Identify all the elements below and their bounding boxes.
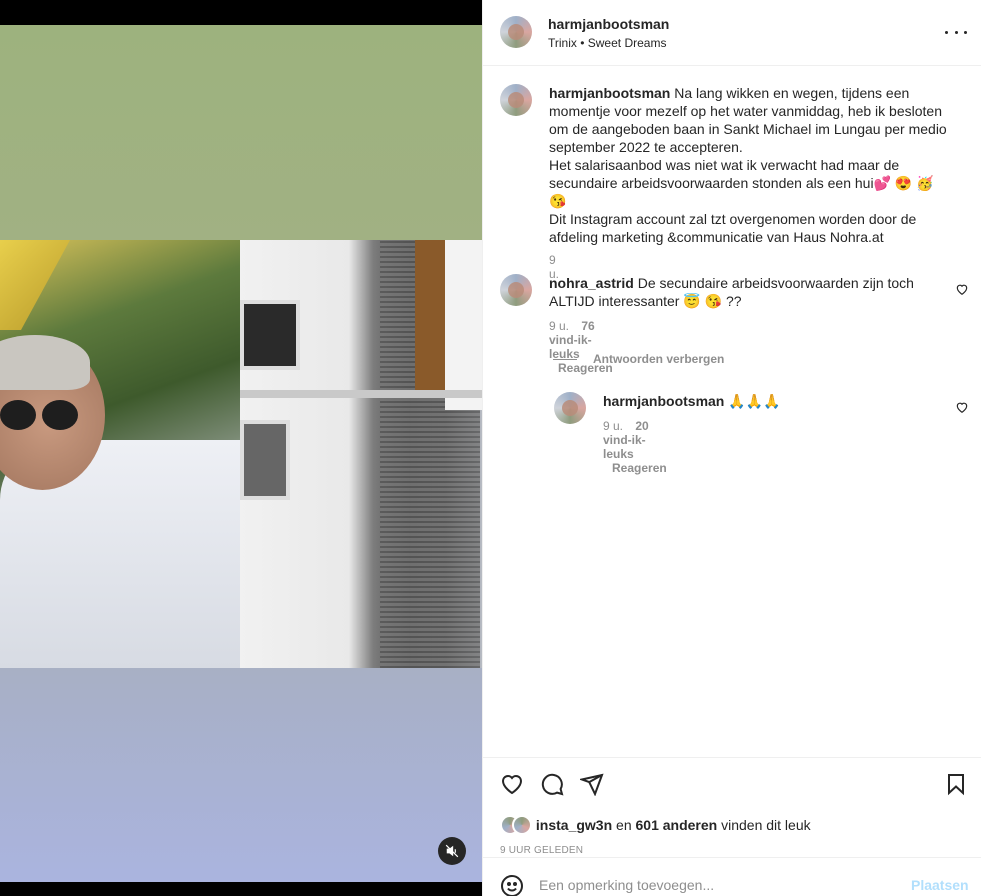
- caption-line: september 2022 te accepteren.: [549, 139, 743, 155]
- media-photo-selfie: [0, 240, 240, 668]
- likes-summary: insta_gw3n en 601 anderen vinden dit leu…: [500, 815, 811, 835]
- like-comment-heart-icon[interactable]: [955, 282, 969, 296]
- post-panel: harmjanbootsman Trinix • Sweet Dreams ha…: [482, 0, 981, 896]
- avatar[interactable]: [500, 84, 532, 116]
- emoji-smiley-icon[interactable]: [500, 874, 524, 896]
- add-comment-bar: Plaatsen: [483, 857, 981, 896]
- hide-replies-button[interactable]: Antwoorden verbergen: [553, 352, 724, 366]
- like-reply-heart-icon[interactable]: [955, 400, 969, 414]
- caption-line: Het salarisaanbod was niet wat ik verwac…: [549, 157, 900, 173]
- media-letterbox-top: [0, 0, 482, 25]
- like-heart-icon[interactable]: [500, 772, 524, 796]
- caption-line: Na lang wikken en wegen, tijdens een: [674, 85, 910, 101]
- mute-button[interactable]: [438, 837, 466, 865]
- post-music-label[interactable]: Trinix • Sweet Dreams: [548, 36, 666, 50]
- media-letterbox-bottom: [0, 882, 482, 896]
- post-media[interactable]: [0, 0, 482, 896]
- bookmark-icon[interactable]: [944, 772, 968, 796]
- caption-line: Dit Instagram account zal tzt overgenome…: [549, 211, 917, 227]
- speaker-muted-icon: [445, 844, 459, 858]
- comment-input[interactable]: [539, 874, 899, 896]
- reply-text: 🙏🙏🙏: [728, 393, 781, 409]
- likes-count[interactable]: 601 anderen: [636, 817, 718, 833]
- avatar[interactable]: [500, 16, 532, 48]
- caption-username[interactable]: harmjanbootsman: [549, 85, 670, 101]
- avatar[interactable]: [554, 392, 586, 424]
- caption-line: om de aangeboden baan in Sankt Michael i…: [549, 121, 947, 137]
- liked-by-user[interactable]: insta_gw3n: [536, 817, 612, 833]
- comment-username[interactable]: nohra_astrid: [549, 275, 634, 291]
- comment-bubble-icon[interactable]: [540, 772, 564, 796]
- post-author-username[interactable]: harmjanbootsman: [548, 16, 669, 32]
- post-comment-button[interactable]: Plaatsen: [911, 877, 969, 893]
- more-horizontal-icon: [945, 30, 948, 34]
- reply-username[interactable]: harmjanbootsman: [603, 393, 724, 409]
- caption-line: secundaire arbeidsvoorwaarden stonden al…: [549, 175, 934, 209]
- share-send-icon[interactable]: [580, 772, 604, 796]
- post-header: harmjanbootsman Trinix • Sweet Dreams: [483, 0, 981, 66]
- comment-text: De secundaire arbeidsvoorwaarden zijn to…: [637, 275, 914, 291]
- reply-button[interactable]: Reageren: [612, 461, 667, 475]
- more-options-button[interactable]: [945, 22, 967, 42]
- comment-time[interactable]: 9 u.: [549, 319, 569, 333]
- reply-time[interactable]: 9 u.: [603, 419, 623, 433]
- divider: [553, 358, 577, 360]
- post-actions: insta_gw3n en 601 anderen vinden dit leu…: [483, 757, 981, 857]
- comments-section[interactable]: harmjanbootsman Na lang wikken en wegen,…: [483, 67, 981, 757]
- post-timestamp[interactable]: 9 UUR GELEDEN: [500, 845, 583, 856]
- caption-line: afdeling marketing &communicatie van Hau…: [549, 229, 884, 245]
- media-photo-sailboat: [240, 240, 482, 668]
- caption-line: momentje voor mezelf op het water vanmid…: [549, 103, 942, 119]
- avatar: [512, 815, 532, 835]
- comment-text: ALTIJD interessanter 😇 😘 ??: [549, 293, 742, 309]
- avatar[interactable]: [500, 274, 532, 306]
